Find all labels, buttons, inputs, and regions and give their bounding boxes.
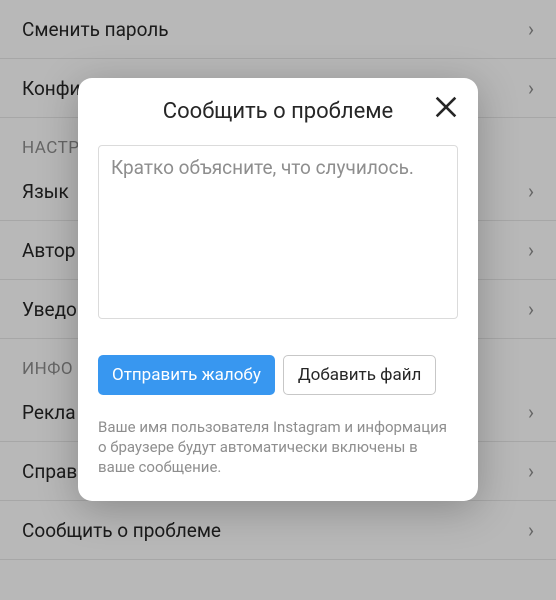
- modal-overlay: Сообщить о проблеме Отправить жалобу Доб…: [0, 0, 556, 600]
- submit-button[interactable]: Отправить жалобу: [98, 355, 275, 395]
- close-icon: [432, 93, 460, 121]
- attach-file-button[interactable]: Добавить файл: [283, 355, 437, 395]
- report-problem-modal: Сообщить о проблеме Отправить жалобу Доб…: [78, 78, 478, 501]
- report-textarea[interactable]: [98, 145, 458, 319]
- disclosure-text: Ваше имя пользователя Instagram и информ…: [98, 417, 458, 478]
- modal-title: Сообщить о проблеме: [98, 96, 458, 145]
- close-button[interactable]: [430, 92, 462, 124]
- button-row: Отправить жалобу Добавить файл: [98, 355, 458, 395]
